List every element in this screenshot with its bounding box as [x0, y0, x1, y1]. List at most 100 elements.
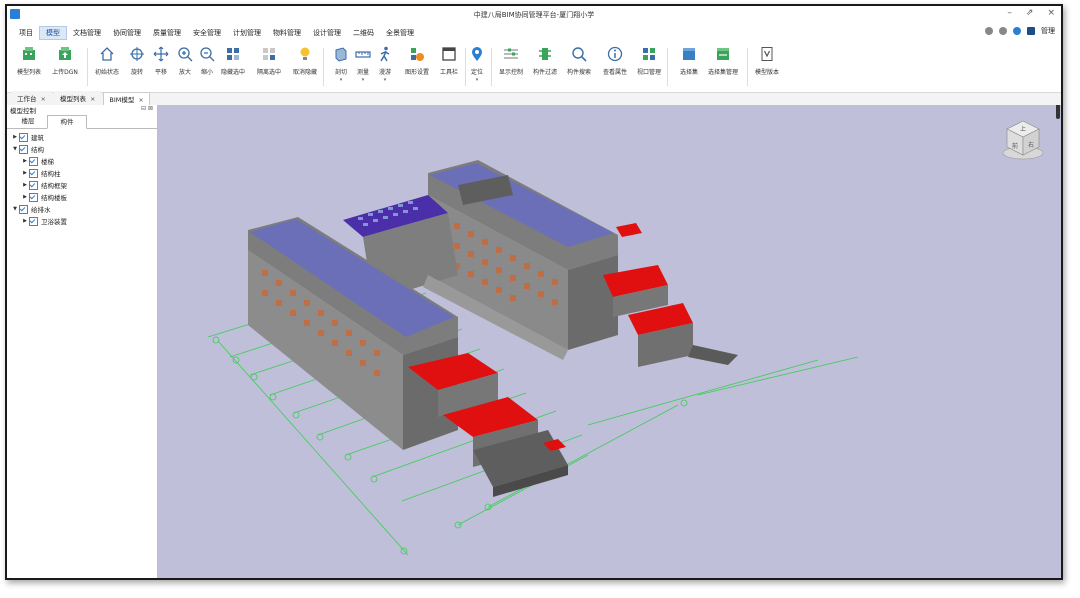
unhide-icon	[300, 47, 310, 60]
bim-model-render[interactable]	[158, 105, 1061, 578]
menu-qrcode[interactable]: 二维码	[347, 27, 380, 39]
expand-icon[interactable]: ▶	[11, 134, 19, 140]
locate-button[interactable]: 定位 ▾	[459, 46, 495, 83]
isolate-selected-button[interactable]: 隔离选中	[251, 46, 287, 76]
viewcube-right-face[interactable]: 右	[1028, 141, 1034, 149]
model-version-icon	[761, 47, 773, 61]
walk-button[interactable]: 漫游 ▾	[367, 46, 403, 83]
close-icon[interactable]: ×	[41, 95, 46, 103]
expand-icon[interactable]: ▶	[21, 182, 29, 188]
bell-icon[interactable]	[999, 27, 1007, 35]
tree-node-stairs[interactable]: ▶ 楼梯	[7, 155, 157, 167]
menu-bar: 项目 模型 文档管理 协同管理 质量管理 安全管理 计划管理 物料管理 设计管理…	[7, 26, 1061, 40]
panel-title: 模型控制	[10, 107, 36, 115]
expand-icon[interactable]: ▶	[21, 218, 29, 224]
close-icon[interactable]: ×	[90, 95, 95, 103]
graphic-settings-button[interactable]: 图形设置	[399, 46, 435, 76]
upload-dgn-button[interactable]: 上传DGN	[47, 46, 83, 76]
tab-model-list[interactable]: 模型列表 ×	[53, 91, 102, 105]
tree-checkbox[interactable]	[19, 132, 28, 142]
expand-icon[interactable]: ▶	[21, 194, 29, 200]
menu-schedule[interactable]: 计划管理	[227, 27, 267, 39]
menu-safety[interactable]: 安全管理	[187, 27, 227, 39]
tree-checkbox[interactable]	[29, 156, 38, 166]
tree-node-sanitary[interactable]: ▶ 卫浴装置	[7, 215, 157, 227]
home-icon	[100, 47, 114, 61]
app-window: 中建八局BIM协同管理平台-厦门翔小学 – ⇗ × 项目 模型 文档管理 协同管…	[5, 4, 1063, 580]
tree-checkbox[interactable]	[19, 144, 28, 154]
component-tree: ▶ 建筑 ▼ 结构 ▶ 楼梯 ▶ 结构柱 ▶ 结构框架 ▶ 结构楼板 ▼ 给排水 ▶ 卫浴装置	[7, 129, 157, 227]
menu-panorama[interactable]: 全景管理	[380, 27, 420, 39]
close-icon[interactable]: ×	[138, 96, 143, 104]
component-search-icon	[572, 47, 587, 62]
settings-icon[interactable]	[985, 27, 993, 35]
display-control-button[interactable]: 显示控制	[493, 46, 529, 76]
tree-node-structure[interactable]: ▼ 结构	[7, 143, 157, 155]
building-right-wing[interactable]	[428, 160, 738, 367]
tree-node-architecture[interactable]: ▶ 建筑	[7, 131, 157, 143]
component-search-button[interactable]: 构件搜索	[561, 46, 597, 76]
walk-icon	[380, 46, 390, 62]
tree-checkbox[interactable]	[29, 180, 38, 190]
tree-node-plumbing[interactable]: ▼ 给排水	[7, 203, 157, 215]
menu-materials[interactable]: 物料管理	[267, 27, 307, 39]
menu-design[interactable]: 设计管理	[307, 27, 347, 39]
tab-bim-model[interactable]: BIM模型 ×	[103, 92, 150, 105]
tree-node-columns[interactable]: ▶ 结构柱	[7, 167, 157, 179]
component-filter-icon	[539, 48, 551, 60]
tree-checkbox[interactable]	[19, 204, 28, 214]
menu-model[interactable]: 模型	[39, 26, 67, 40]
close-button[interactable]: ×	[1047, 8, 1055, 18]
model-list-button[interactable]: 模型列表	[11, 46, 47, 76]
hide-selected-button[interactable]: 隐藏选中	[215, 46, 251, 76]
component-filter-button[interactable]: 构件过滤	[527, 46, 563, 76]
tab-floors[interactable]: 楼层	[9, 115, 47, 128]
zoom-out-icon	[200, 47, 215, 62]
tab-components[interactable]: 构件	[47, 115, 87, 129]
unhide-button[interactable]: 取消隐藏	[287, 46, 323, 76]
expand-icon[interactable]: ▶	[21, 170, 29, 176]
graphic-settings-icon	[411, 48, 424, 61]
tab-workbench[interactable]: 工作台 ×	[11, 91, 52, 105]
selection-set-icon	[683, 48, 695, 60]
properties-icon	[607, 46, 623, 62]
viewcube-front-face[interactable]: 前	[1012, 142, 1018, 150]
selection-set-button[interactable]: 选择集	[671, 46, 707, 76]
viewcube-top-face[interactable]: 上	[1020, 125, 1026, 133]
maximize-button[interactable]: ⇗	[1026, 8, 1034, 18]
title-bar: 中建八局BIM协同管理平台-厦门翔小学 – ⇗ ×	[7, 6, 1061, 24]
tree-checkbox[interactable]	[29, 192, 38, 202]
isolate-selected-icon	[263, 48, 275, 60]
viewport-manage-button[interactable]: 视口管理	[631, 46, 667, 76]
bim-viewport[interactable]: 上 前 右	[158, 105, 1061, 578]
tree-node-framing[interactable]: ▶ 结构框架	[7, 179, 157, 191]
ribbon-toolbar: 模型列表 上传DGN 初始状态 旋转 平移 放大 缩小 隐藏选中 隔离选中 取消…	[7, 42, 1061, 93]
menu-collaboration[interactable]: 协同管理	[107, 27, 147, 39]
selection-set-manage-button[interactable]: 选择集管理	[705, 46, 741, 76]
viewport-scrollbar[interactable]	[1056, 105, 1060, 119]
user-label[interactable]: 管理	[1041, 26, 1055, 36]
menu-project[interactable]: 项目	[13, 27, 39, 39]
tree-checkbox[interactable]	[29, 216, 38, 226]
window-title: 中建八局BIM协同管理平台-厦门翔小学	[473, 11, 595, 19]
model-list-icon	[23, 47, 35, 60]
viewcube[interactable]: 上 前 右	[999, 115, 1047, 163]
menu-documents[interactable]: 文档管理	[67, 27, 107, 39]
selection-set-manage-icon	[717, 48, 729, 60]
panel-pin-icon[interactable]: ⊟ ⊠	[141, 105, 153, 112]
model-version-button[interactable]: 模型版本	[749, 46, 785, 76]
properties-button[interactable]: 查看属性	[597, 46, 633, 76]
upload-dgn-icon	[59, 47, 71, 60]
collapse-icon[interactable]: ▼	[11, 206, 19, 212]
avatar[interactable]	[1027, 27, 1035, 35]
menu-quality[interactable]: 质量管理	[147, 27, 187, 39]
tree-node-floors[interactable]: ▶ 结构楼板	[7, 191, 157, 203]
viewport-manage-icon	[643, 48, 655, 60]
expand-icon[interactable]: ▶	[21, 158, 29, 164]
model-control-panel: 模型控制 ⊟ ⊠ 楼层 构件 ▶ 建筑 ▼ 结构 ▶ 楼梯 ▶ 结构柱 ▶ 结构框架 ▶ 结…	[7, 105, 158, 578]
tree-checkbox[interactable]	[29, 168, 38, 178]
help-icon[interactable]	[1013, 27, 1021, 35]
collapse-icon[interactable]: ▼	[11, 146, 19, 152]
display-control-icon	[504, 48, 518, 59]
minimize-button[interactable]: –	[1007, 8, 1012, 18]
